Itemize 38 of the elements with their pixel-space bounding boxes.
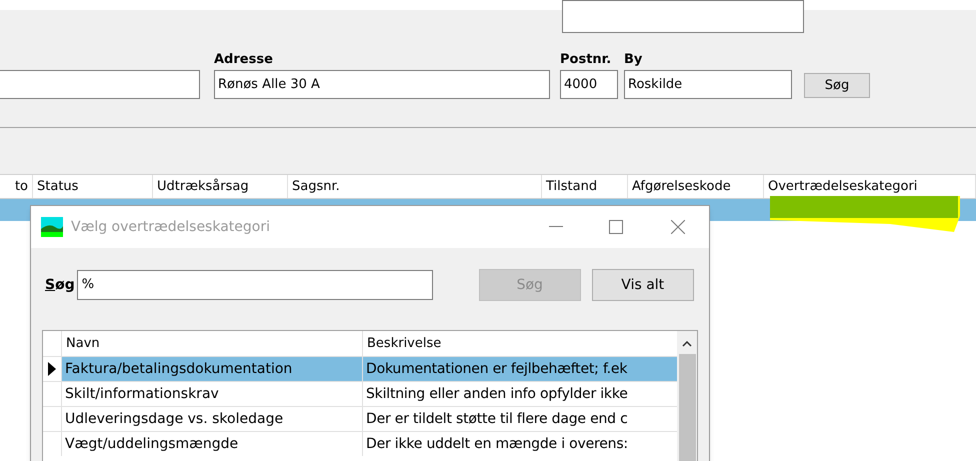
table-cell: Der er tildelt støtte til flere dage end c bbox=[362, 407, 673, 431]
column-header[interactable]: to bbox=[0, 175, 33, 198]
search-field[interactable]: % bbox=[76, 270, 433, 300]
column-header[interactable]: Sagsnr. bbox=[288, 175, 542, 198]
text-field[interactable]: 4000 bbox=[560, 70, 618, 99]
table-cell: Der ikke uddelt en mængde i overens: bbox=[362, 432, 673, 456]
column-header[interactable]: Tilstand bbox=[542, 175, 628, 198]
table-row[interactable]: Vægt/uddelingsmængde Der ikke uddelt en mængde i overens: bbox=[61, 432, 677, 456]
text-field[interactable]: Roskilde bbox=[624, 70, 792, 99]
table-cell: Vægt/uddelingsmængde bbox=[61, 432, 362, 456]
table-cell: Dokumentationen er fejlbehæftet; f.ek bbox=[362, 357, 673, 381]
minimize-icon[interactable] bbox=[549, 226, 563, 228]
column-header[interactable]: Udtræksårsag bbox=[153, 175, 288, 198]
table-cell: Skiltning eller anden info opfylder ikke bbox=[362, 382, 673, 406]
scroll-up-icon[interactable] bbox=[682, 341, 692, 347]
search-button[interactable]: Søg bbox=[804, 73, 870, 98]
table-row[interactable]: Skilt/informationskrav Skiltning eller anden info opfylder ikke bbox=[61, 382, 677, 406]
table-row[interactable]: Faktura/betalingsdokumentation Dokumentationen er fejlbehæftet; f.ek bbox=[61, 357, 677, 381]
field-label: Adresse bbox=[214, 51, 274, 68]
table-cell: Faktura/betalingsdokumentation bbox=[61, 357, 362, 381]
field-label: Postnr. bbox=[560, 51, 612, 68]
column-header[interactable]: Afgørelseskode bbox=[628, 175, 764, 198]
column-header[interactable]: Navn bbox=[61, 331, 362, 356]
text-field[interactable] bbox=[562, 0, 804, 33]
app-icon bbox=[41, 217, 63, 237]
close-icon[interactable] bbox=[671, 220, 685, 234]
dialog-title: Vælg overtrædelseskategori bbox=[71, 218, 270, 236]
show-all-button[interactable]: Vis alt bbox=[592, 269, 694, 301]
scrollbar[interactable] bbox=[677, 331, 697, 461]
table-cell: Udleveringsdage vs. skoledage bbox=[61, 407, 362, 431]
column-header[interactable]: Status bbox=[33, 175, 153, 198]
text-field[interactable]: Rønøs Alle 30 A bbox=[214, 70, 550, 99]
search-label: Søg bbox=[45, 276, 75, 294]
maximize-icon[interactable] bbox=[609, 220, 623, 234]
text-field[interactable] bbox=[0, 70, 200, 99]
table-cell: Skilt/informationskrav bbox=[61, 382, 362, 406]
table-row[interactable]: Udleveringsdage vs. skoledage Der er tildelt støtte til flere dage end c bbox=[61, 407, 677, 431]
field-label: By bbox=[624, 51, 644, 68]
